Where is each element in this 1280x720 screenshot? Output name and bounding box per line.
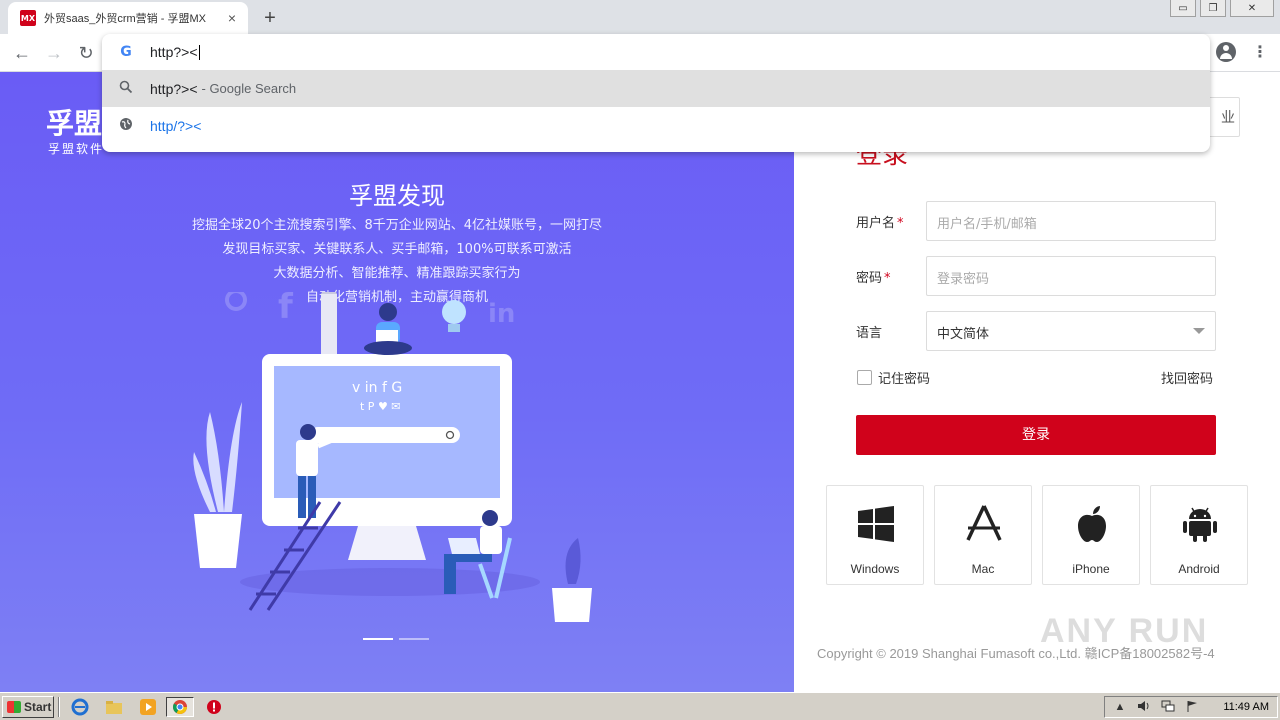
profile-avatar-icon[interactable]	[1216, 42, 1236, 62]
ie-icon[interactable]	[66, 697, 94, 717]
remember-checkbox[interactable]	[857, 370, 872, 385]
suggestion-url-text: http/?><	[150, 117, 202, 134]
app-store-icon	[966, 505, 1002, 541]
restore-button[interactable]: ❐	[1200, 0, 1226, 17]
close-window-button[interactable]: ✕	[1230, 0, 1274, 17]
download-label: Android	[1178, 562, 1220, 576]
password-label-text: 密码	[856, 271, 883, 286]
svg-text:t P ♥ ✉: t P ♥ ✉	[360, 400, 401, 413]
network-icon[interactable]	[1159, 700, 1177, 714]
download-label: iPhone	[1072, 562, 1110, 576]
svg-text:v in f G: v in f G	[352, 380, 402, 396]
clock: 11:49 AM	[1223, 701, 1269, 713]
taskbar-separator	[58, 697, 60, 717]
login-panel: 业 登录 用户名 * 用户名/手机/邮箱 密码 * 登录密码 语言 中文简体 记住密…	[794, 72, 1280, 692]
text-caret	[198, 45, 200, 61]
download-label: Mac	[971, 562, 995, 576]
omnibox-suggestion-search[interactable]: http?>< - Google Search	[102, 70, 1210, 107]
plant-icon	[193, 402, 242, 512]
google-icon	[225, 292, 247, 311]
remember-password[interactable]: 记住密码	[857, 368, 930, 387]
globe-icon	[102, 117, 150, 134]
new-tab-button[interactable]: +	[258, 6, 282, 30]
browser-tab[interactable]: MX 外贸saas_外贸crm营销 - 孚盟MX ×	[8, 2, 248, 34]
hero-line: 发现目标买家、关键联系人、买手邮箱，100%可联系可激活	[222, 242, 572, 257]
download-android[interactable]: Android	[1150, 485, 1248, 585]
windows-icon	[858, 506, 894, 542]
tab-title: 外贸saas_外贸crm营销 - 孚盟MX	[44, 13, 206, 25]
android-icon	[1183, 507, 1217, 542]
login-button[interactable]: 登录	[856, 415, 1216, 455]
suggestion-text: http?><	[150, 80, 198, 97]
media-player-icon[interactable]	[134, 697, 162, 717]
tray-expand-icon[interactable]: ▲	[1111, 700, 1129, 714]
windows-taskbar: Start ▲ 11:49 AM	[0, 692, 1280, 720]
download-mac[interactable]: Mac	[934, 485, 1032, 585]
search-icon	[102, 80, 150, 97]
cup-icon	[552, 588, 592, 622]
address-bar-value: http?><	[150, 43, 198, 60]
hero-line: 大数据分析、智能推荐、精准跟踪买家行为	[273, 266, 521, 281]
stop-icon[interactable]	[200, 697, 228, 717]
window-controls: ▭ ❐ ✕	[1170, 0, 1274, 17]
download-label: Windows	[850, 562, 900, 576]
carousel-dot-active[interactable]	[363, 638, 393, 640]
facebook-icon: f	[278, 292, 294, 327]
forgot-password-link[interactable]: 找回密码	[1161, 368, 1213, 387]
site-favicon-icon: MX	[20, 10, 36, 26]
copyright-text: Copyright © 2019 Shanghai Fumasoft co.,L…	[817, 646, 1215, 661]
password-label: 密码 *	[856, 267, 891, 286]
language-select[interactable]: 中文简体	[926, 311, 1216, 351]
browser-tabstrip: MX 外贸saas_外贸crm营销 - 孚盟MX × + ▭ ❐ ✕	[0, 0, 1280, 34]
browser-menu-icon[interactable]: ⋮	[1252, 42, 1268, 64]
password-input[interactable]: 登录密码	[926, 256, 1216, 296]
minimize-button[interactable]: ▭	[1170, 0, 1196, 17]
hero-line: 挖掘全球20个主流搜索引擎、8千万企业网站、4亿社媒账号，一网打尽	[191, 218, 603, 233]
system-tray: ▲ 11:49 AM	[1104, 696, 1278, 718]
volume-icon[interactable]	[1135, 700, 1153, 714]
hero-illustration: f in v in f G t P ♥ ✉	[193, 292, 592, 622]
username-label-text: 用户名	[856, 216, 896, 231]
client-downloads: Windows Mac iPhone Android	[826, 485, 1248, 585]
username-input[interactable]: 用户名/手机/邮箱	[926, 201, 1216, 241]
lightbulb-icon	[442, 300, 466, 324]
username-label: 用户名 *	[856, 212, 904, 231]
google-g-icon: G	[120, 44, 132, 60]
reload-button[interactable]: ↻	[74, 42, 98, 64]
page-content: 孚盟 孚盟软件 孚盟发现 挖掘全球20个主流搜索引擎、8千万企业网站、4亿社媒账…	[0, 72, 1280, 692]
start-label: Start	[24, 700, 52, 714]
required-mark: *	[884, 271, 891, 286]
carousel-indicators	[363, 638, 429, 640]
chevron-down-icon	[1193, 328, 1205, 334]
linkedin-icon: in	[488, 299, 515, 329]
required-mark: *	[897, 216, 904, 231]
download-windows[interactable]: Windows	[826, 485, 924, 585]
suggestion-suffix: - Google Search	[201, 81, 297, 96]
hero-title: 孚盟发现	[349, 182, 445, 210]
chrome-icon[interactable]	[166, 697, 194, 717]
brand-subtitle: 孚盟软件	[48, 142, 105, 156]
tab-close-icon[interactable]: ×	[224, 10, 240, 26]
pencil-icon	[321, 294, 337, 354]
language-label: 语言	[856, 326, 883, 341]
apple-icon	[1078, 506, 1106, 542]
omnibox-input-row[interactable]: G http?><	[102, 34, 1210, 70]
omnibox-suggestion-url[interactable]: http/?><	[102, 107, 1210, 144]
start-button[interactable]: Start	[2, 696, 54, 718]
action-center-flag-icon[interactable]	[1183, 700, 1201, 714]
address-bar-input[interactable]: http?><	[150, 44, 200, 61]
back-button[interactable]: ←	[10, 42, 34, 64]
remember-label: 记住密码	[878, 372, 931, 387]
folder-icon[interactable]	[100, 697, 128, 717]
windows-flag-icon	[7, 701, 21, 713]
hero-banner: 孚盟 孚盟软件 孚盟发现 挖掘全球20个主流搜索引擎、8千万企业网站、4亿社媒账…	[0, 72, 794, 692]
language-value: 中文简体	[937, 327, 990, 342]
carousel-dot[interactable]	[399, 638, 429, 640]
forward-button[interactable]: →	[42, 42, 66, 64]
omnibox-dropdown: G http?>< http?>< - Google Search http/?…	[102, 34, 1210, 152]
download-iphone[interactable]: iPhone	[1042, 485, 1140, 585]
brand-logo: 孚盟	[46, 107, 103, 140]
